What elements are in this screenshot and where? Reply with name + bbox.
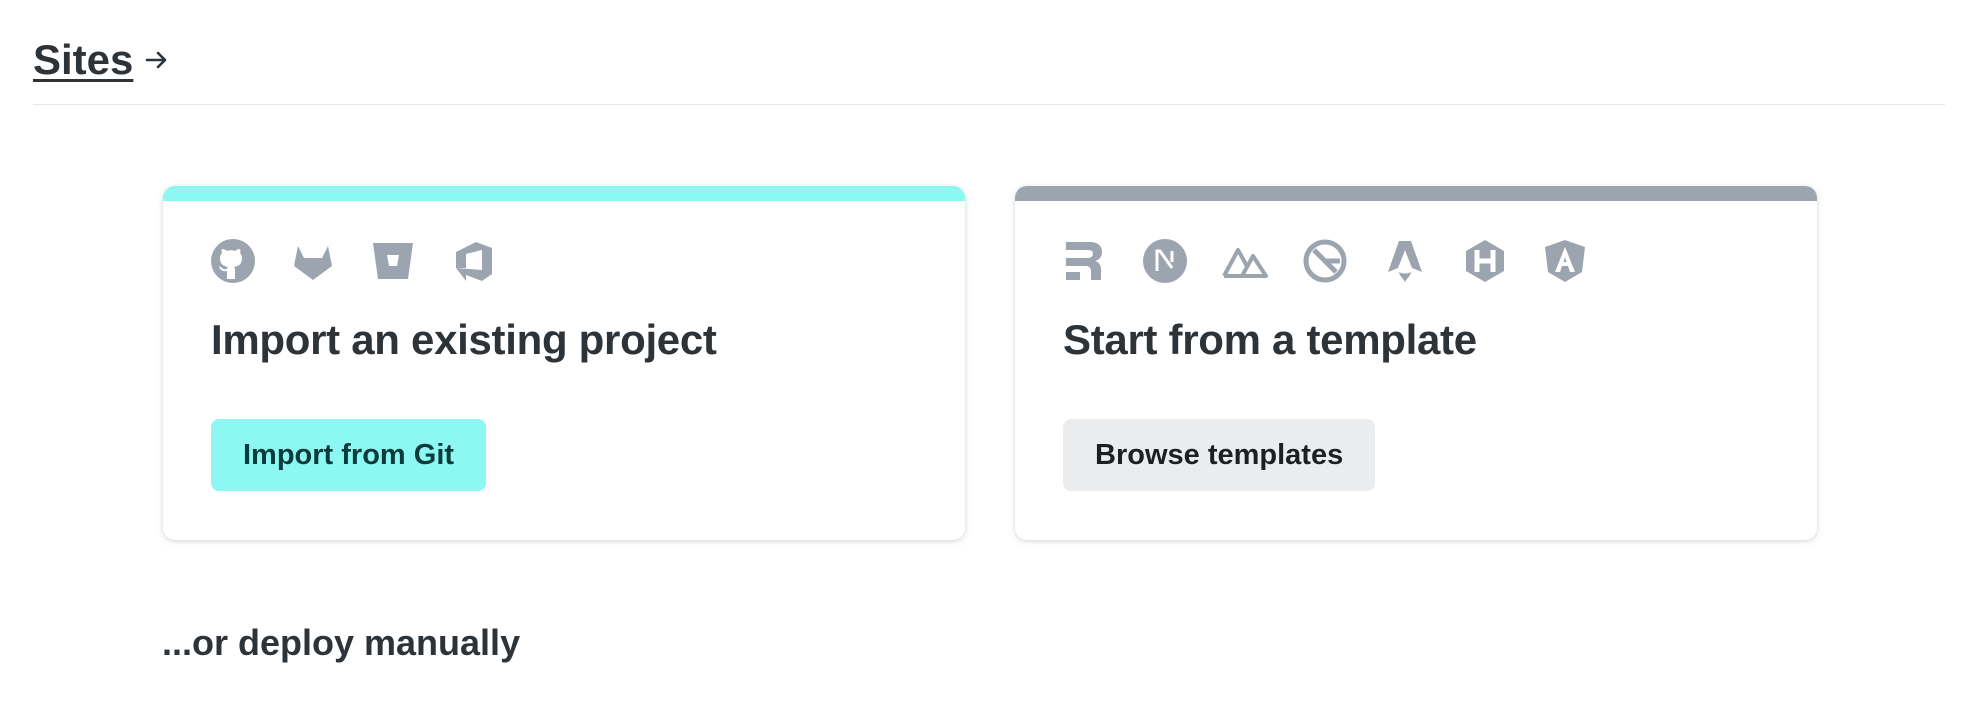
arrow-right-icon <box>143 46 171 74</box>
azure-devops-icon <box>450 238 496 284</box>
git-provider-icons <box>210 238 530 284</box>
framework-icons <box>1062 238 1622 284</box>
template-card-title: Start from a template <box>1063 316 1477 363</box>
astro-icon <box>1382 238 1428 284</box>
import-card-title: Import an existing project <box>211 316 717 363</box>
github-icon <box>210 238 256 284</box>
gatsby-icon <box>1302 238 1348 284</box>
nextjs-icon <box>1142 238 1188 284</box>
sites-link[interactable]: Sites <box>33 36 133 84</box>
browse-templates-button[interactable]: Browse templates <box>1063 419 1376 491</box>
template-card-accent-bar <box>1015 186 1817 201</box>
nuxt-icon <box>1222 238 1268 284</box>
import-card-accent-bar <box>163 186 965 201</box>
remix-icon <box>1062 238 1108 284</box>
gitlab-icon <box>290 238 336 284</box>
bitbucket-icon <box>370 238 416 284</box>
import-from-git-button[interactable]: Import from Git <box>211 419 487 491</box>
page-header: Sites <box>33 36 171 84</box>
angular-icon <box>1542 238 1588 284</box>
template-card: Start from a template Browse templates <box>1015 186 1817 540</box>
hugo-icon <box>1462 238 1508 284</box>
header-divider <box>33 104 1945 105</box>
import-project-card: Import an existing project Import from G… <box>163 186 965 540</box>
deploy-manually-heading: ...or deploy manually <box>162 622 521 663</box>
